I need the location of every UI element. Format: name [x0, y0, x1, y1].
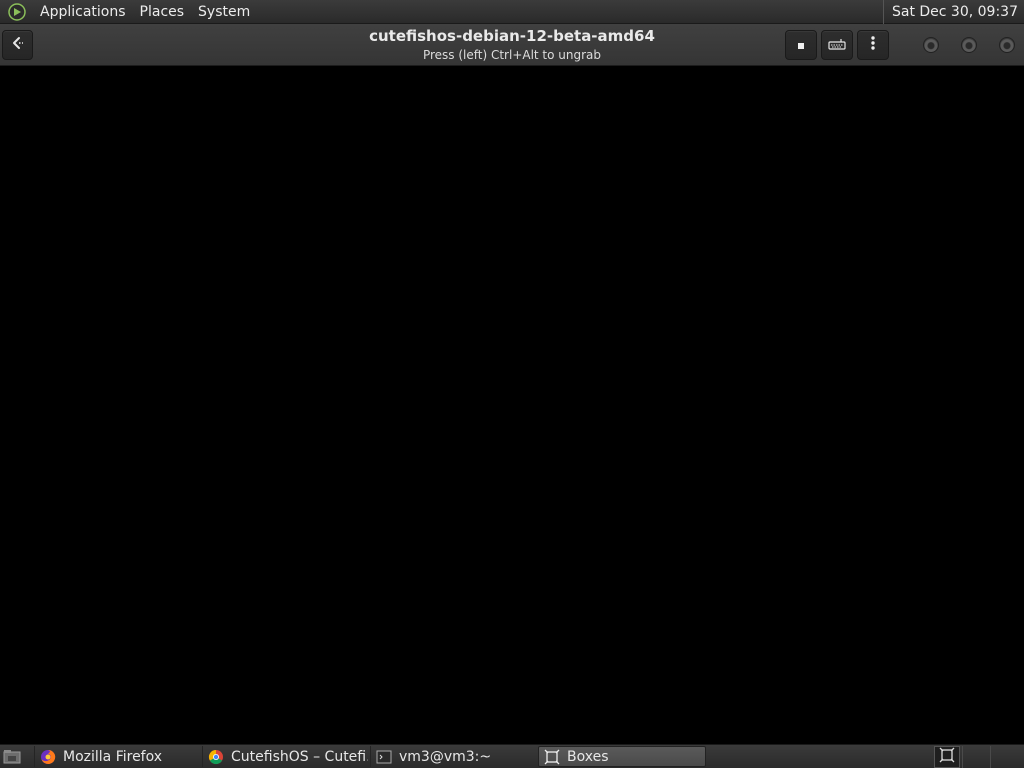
task-boxes[interactable]: Boxes [538, 746, 706, 767]
firefox-icon [39, 748, 57, 766]
vm-display[interactable] [0, 66, 1024, 744]
keyboard-button[interactable] [821, 30, 853, 60]
keyboard-icon [828, 36, 846, 55]
bottom-panel: Mozilla Firefox CutefishOS – Cutefi… vm3… [0, 744, 1024, 768]
menu-applications[interactable]: Applications [33, 0, 133, 24]
boxes-headerbar: cutefishos-debian-12-beta-amd64 Press (l… [0, 24, 1024, 66]
task-firefox[interactable]: Mozilla Firefox [34, 746, 200, 767]
show-desktop-icon[interactable] [2, 747, 22, 766]
task-label: vm3@vm3:~ [399, 748, 492, 765]
task-cutefish-chrome[interactable]: CutefishOS – Cutefi… [202, 746, 368, 767]
boxes-icon [939, 747, 955, 767]
back-arrow-icon [10, 35, 26, 55]
close-icon[interactable] [999, 37, 1015, 53]
window-title: cutefishos-debian-12-beta-amd64 [369, 27, 655, 45]
chrome-icon [207, 748, 225, 766]
terminal-icon [375, 748, 393, 766]
task-terminal[interactable]: vm3@vm3:~ [370, 746, 536, 767]
task-label: Mozilla Firefox [63, 748, 163, 765]
maximize-icon[interactable] [961, 37, 977, 53]
window-subtitle: Press (left) Ctrl+Alt to ungrab [422, 48, 602, 62]
workspace-3[interactable] [990, 746, 1024, 768]
boxes-icon [543, 748, 561, 766]
top-panel: Applications Places System Sat Dec 30, 0… [0, 0, 1024, 24]
stop-button[interactable] [785, 30, 817, 60]
menu-places[interactable]: Places [133, 0, 192, 24]
more-vertical-icon [870, 35, 876, 55]
title-block: cutefishos-debian-12-beta-amd64 Press (l… [262, 24, 762, 66]
workspace-2[interactable] [962, 746, 988, 768]
stop-icon [796, 36, 806, 55]
task-label: Boxes [567, 748, 609, 765]
menu-system[interactable]: System [191, 0, 257, 24]
more-menu-button[interactable] [857, 30, 889, 60]
panel-clock[interactable]: Sat Dec 30, 09:37 [882, 0, 1024, 24]
workspace-1[interactable] [934, 746, 960, 768]
minimize-icon[interactable] [923, 37, 939, 53]
task-label: CutefishOS – Cutefi… [231, 748, 368, 765]
mate-menu-icon[interactable] [7, 2, 27, 22]
back-button[interactable] [2, 30, 33, 60]
